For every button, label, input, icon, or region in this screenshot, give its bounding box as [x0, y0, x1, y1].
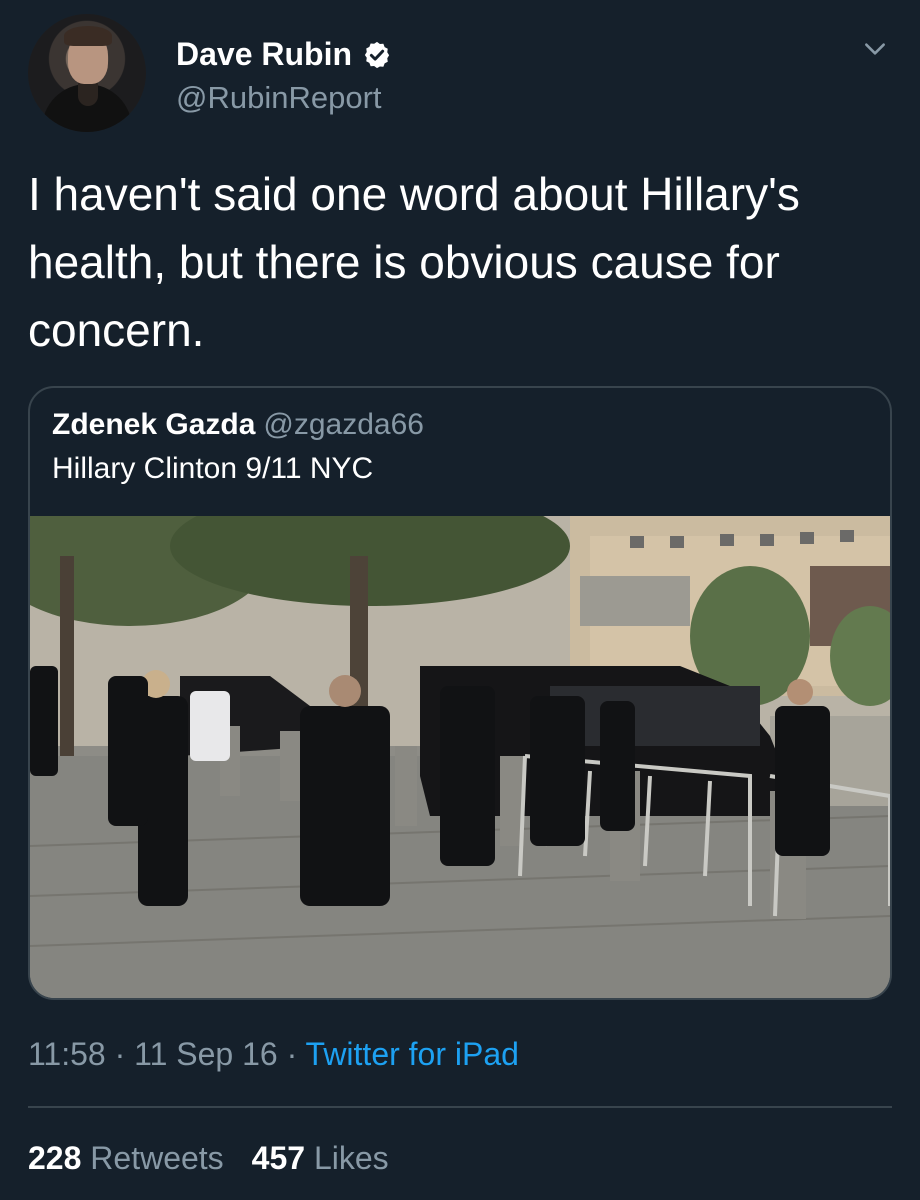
retweets-label: Retweets: [90, 1140, 224, 1176]
retweets-stat[interactable]: 228 Retweets: [28, 1140, 224, 1176]
author-avatar[interactable]: [28, 14, 146, 132]
likes-label: Likes: [313, 1140, 389, 1176]
tweet-header: Dave Rubin @RubinReport: [28, 14, 898, 134]
verified-badge-icon: [362, 40, 392, 70]
quoted-tweet-header: Zdenek Gazda @zgazda66: [52, 408, 424, 442]
author-handle[interactable]: @RubinReport: [176, 80, 382, 116]
likes-count: 457: [251, 1140, 306, 1176]
tweet-time[interactable]: 11:58: [28, 1036, 106, 1072]
quoted-tweet-text: Hillary Clinton 9/11 NYC: [52, 452, 374, 485]
retweets-count: 228: [28, 1140, 82, 1176]
chevron-down-icon[interactable]: [862, 36, 888, 62]
tweet-meta: 11:58 · 11 Sep 16 · Twitter for iPad: [28, 1036, 519, 1073]
quoted-author-name: Zdenek Gazda: [52, 408, 256, 441]
divider: [28, 1106, 892, 1108]
meta-separator: ·: [114, 1036, 126, 1072]
meta-separator: ·: [286, 1036, 298, 1072]
quoted-tweet-video-thumbnail[interactable]: [30, 516, 890, 1000]
author-name-row: Dave Rubin: [176, 36, 392, 73]
quoted-tweet-card[interactable]: Zdenek Gazda @zgazda66 Hillary Clinton 9/…: [28, 386, 892, 1000]
author-display-name[interactable]: Dave Rubin: [176, 36, 352, 73]
tweet-source-link[interactable]: Twitter for iPad: [306, 1036, 519, 1072]
tweet-stats: 228 Retweets 457 Likes: [28, 1140, 389, 1177]
likes-stat[interactable]: 457 Likes: [252, 1140, 389, 1176]
tweet-text: I haven't said one word about Hillary's …: [28, 168, 800, 356]
tweet-date[interactable]: 11 Sep 16: [134, 1036, 278, 1072]
quoted-author-handle: @zgazda66: [263, 408, 424, 441]
